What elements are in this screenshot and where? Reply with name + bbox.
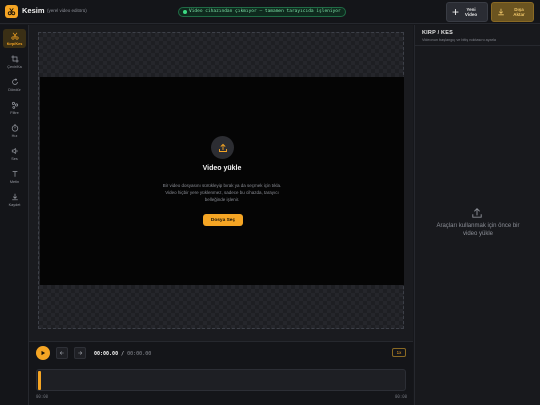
panel-divider (415, 45, 540, 46)
arrow-right-icon (78, 351, 83, 355)
video-preview[interactable]: Video yükle Bir video dosyasını sürükley… (40, 77, 404, 285)
tool-filter[interactable]: Filtre (3, 98, 26, 117)
play-button[interactable] (36, 346, 50, 360)
drop-zone[interactable]: Video yükle Bir video dosyasını sürükley… (38, 32, 404, 329)
app-name: Kesim (22, 6, 45, 15)
app-subtitle: (yerel video editörü) (47, 7, 87, 13)
tool-sidebar: Kırp/Kes Çevir/Ka Döndür Filtre Hız Ses … (0, 25, 29, 405)
tool-label: Filtre (10, 110, 19, 115)
export-label: Dışa Aktar (513, 6, 525, 17)
current-time: 00:00.00 (94, 350, 119, 357)
time-separator: / (121, 350, 125, 357)
tool-audio[interactable]: Ses (3, 144, 26, 163)
panel-empty-hint: Araçları kullanmak için önce bir video y… (436, 223, 520, 237)
plus-icon: + (452, 5, 460, 19)
panel-title: KIRP / KES (422, 30, 453, 36)
upload-description: Bir video dosyasını sürükleyip bırak ya … (162, 183, 282, 202)
properties-panel: KIRP / KES Videonun başlangıç ve bitiş n… (414, 25, 540, 405)
rotate-icon (11, 77, 18, 85)
status-dot-icon (183, 9, 187, 14)
canvas-area: Video yükle Bir video dosyasını sürükley… (29, 25, 413, 341)
timeline-track[interactable] (36, 369, 406, 391)
tool-label: Kırp/Kes (6, 41, 23, 46)
tool-label: Kaydet (8, 202, 21, 207)
step-forward-button[interactable] (74, 347, 86, 359)
text-icon (12, 170, 17, 177)
panel-subtitle: Videonun başlangıç ve bitiş noktasını ay… (422, 37, 497, 42)
filter-icon (11, 101, 18, 109)
trim-start-handle[interactable] (38, 371, 41, 390)
scissors-icon (10, 32, 19, 40)
timeline-tick-end: 00:00 (395, 394, 408, 399)
new-video-button[interactable]: + Yeni Video (446, 2, 488, 22)
choose-file-button[interactable]: Dosya Seç (203, 214, 243, 226)
tool-label: Ses (11, 156, 18, 161)
volume-icon (11, 147, 17, 154)
tool-rotate[interactable]: Döndür (3, 75, 26, 94)
download-icon (11, 193, 18, 200)
timeline-tick-start: 00:00 (36, 394, 49, 399)
download-icon (498, 8, 504, 16)
tool-crop[interactable]: Çevir/Ka (3, 52, 26, 71)
total-time: 00:00.00 (127, 350, 152, 357)
status-text: Video cihazından çıkmıyor — tamamen tara… (189, 9, 341, 14)
tool-label: Metin (9, 179, 20, 184)
crop-icon (10, 54, 19, 63)
timeline-controls: 00:00.00 / 00:00.00 1x 00:00 00:00 (29, 341, 413, 405)
upload-title: Video yükle (202, 165, 242, 172)
export-button[interactable]: Dışa Aktar (491, 2, 534, 22)
upload-icon (211, 136, 234, 159)
tool-label: Çevir/Ka (7, 64, 22, 69)
privacy-status-badge: Video cihazından çıkmıyor — tamamen tara… (178, 6, 346, 17)
tool-save[interactable]: Kaydet (3, 190, 26, 209)
arrow-left-icon (59, 351, 64, 355)
tool-label: Hız (11, 133, 18, 138)
tool-speed[interactable]: Hız (3, 121, 26, 140)
tool-text[interactable]: Metin (3, 167, 26, 186)
play-icon (41, 350, 46, 356)
new-video-label: Yeni Video (464, 6, 478, 17)
tool-trim[interactable]: Kırp/Kes (3, 29, 26, 48)
time-readout: 00:00.00 / 00:00.00 (94, 351, 151, 357)
step-back-button[interactable] (56, 347, 68, 359)
speed-icon (11, 123, 18, 132)
upload-icon (472, 208, 482, 218)
speed-badge[interactable]: 1x (392, 348, 406, 357)
scissors-logo-icon (5, 5, 18, 18)
top-bar: Kesim (yerel video editörü) Video cihazı… (0, 0, 540, 24)
tool-label: Döndür (8, 87, 21, 92)
